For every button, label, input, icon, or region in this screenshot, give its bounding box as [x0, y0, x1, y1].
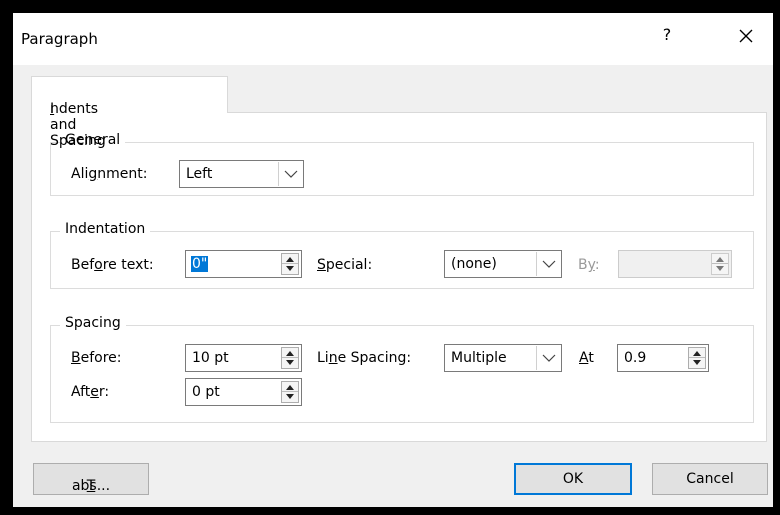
spin-up-icon[interactable] [716, 257, 724, 262]
spinner-divider [689, 357, 705, 358]
after-label: After: [71, 384, 110, 400]
general-group: General Alignment: Left [50, 132, 754, 196]
spin-down-icon[interactable] [716, 266, 724, 271]
alignment-select[interactable]: Left [179, 160, 304, 188]
at-input[interactable]: 0.9 [617, 344, 709, 372]
before-text-value: 0" [191, 256, 209, 272]
tabs-button[interactable]: Tabs... [33, 463, 149, 495]
spin-down-icon[interactable] [693, 360, 701, 365]
spin-up-icon[interactable] [286, 257, 294, 262]
spinner-divider [712, 263, 728, 264]
by-label: By: [578, 257, 600, 273]
cancel-button-label: Cancel [686, 471, 734, 487]
dialog-body: Indents and Spacing General Alignment: L… [13, 65, 773, 507]
close-button[interactable] [732, 23, 760, 49]
alignment-value: Left [186, 166, 213, 182]
spinner-divider [282, 391, 298, 392]
spacing-before-input[interactable]: 10 pt [185, 344, 302, 372]
special-label: Special: [317, 257, 373, 273]
spin-up-icon[interactable] [286, 351, 294, 356]
cancel-button[interactable]: Cancel [652, 463, 768, 495]
chevron-down-icon [542, 260, 556, 268]
spin-down-icon[interactable] [286, 360, 294, 365]
alignment-label: Alignment: [71, 166, 148, 182]
line-spacing-select[interactable]: Multiple [444, 344, 562, 372]
line-spacing-value: Multiple [451, 350, 507, 366]
before-label: Before: [71, 350, 122, 366]
tab-indents-and-spacing[interactable]: Indents and Spacing [31, 76, 228, 149]
special-select[interactable]: (none) [444, 250, 562, 278]
ok-button-label: OK [562, 471, 584, 487]
spin-down-icon[interactable] [286, 394, 294, 399]
before-text-spinner[interactable] [281, 253, 299, 275]
indentation-group: Indentation Before text: 0" Special: (no… [50, 221, 754, 289]
help-button[interactable]: ? [655, 25, 679, 44]
special-value: (none) [451, 256, 497, 272]
spinner-divider [282, 357, 298, 358]
dialog-title: Paragraph [21, 30, 98, 48]
title-bar: Paragraph ? [13, 13, 773, 65]
spinner-divider [282, 263, 298, 264]
special-dropdown-button[interactable] [536, 252, 560, 276]
spin-up-icon[interactable] [286, 385, 294, 390]
spacing-after-input[interactable]: 0 pt [185, 378, 302, 406]
paragraph-dialog: Paragraph ? Indents and Spacing General … [13, 13, 773, 507]
alignment-dropdown-button[interactable] [278, 162, 302, 186]
spacing-after-value: 0 pt [192, 384, 220, 400]
at-value: 0.9 [624, 350, 647, 366]
before-text-label: Before text: [71, 257, 154, 273]
tab-panel: General Alignment: Left Indentation Befo… [31, 112, 767, 442]
chevron-down-icon [284, 170, 298, 178]
by-input[interactable] [618, 250, 732, 278]
ok-button[interactable]: OK [514, 463, 632, 495]
spacing-group-title: Spacing [60, 315, 126, 331]
indentation-group-title: Indentation [60, 221, 151, 237]
spin-up-icon[interactable] [693, 351, 701, 356]
close-icon [739, 29, 753, 43]
spacing-after-spinner[interactable] [281, 381, 299, 403]
spacing-before-value: 10 pt [192, 350, 229, 366]
chevron-down-icon [542, 354, 556, 362]
spin-down-icon[interactable] [286, 266, 294, 271]
spacing-before-spinner[interactable] [281, 347, 299, 369]
spacing-group: Spacing Before: 10 pt Line Spacing: Mult… [50, 315, 754, 423]
before-text-input[interactable]: 0" [185, 250, 302, 278]
line-spacing-dropdown-button[interactable] [536, 346, 560, 370]
at-label: At [579, 350, 594, 366]
line-spacing-label: Line Spacing: [317, 350, 412, 366]
at-spinner[interactable] [688, 347, 706, 369]
by-spinner[interactable] [711, 253, 729, 275]
